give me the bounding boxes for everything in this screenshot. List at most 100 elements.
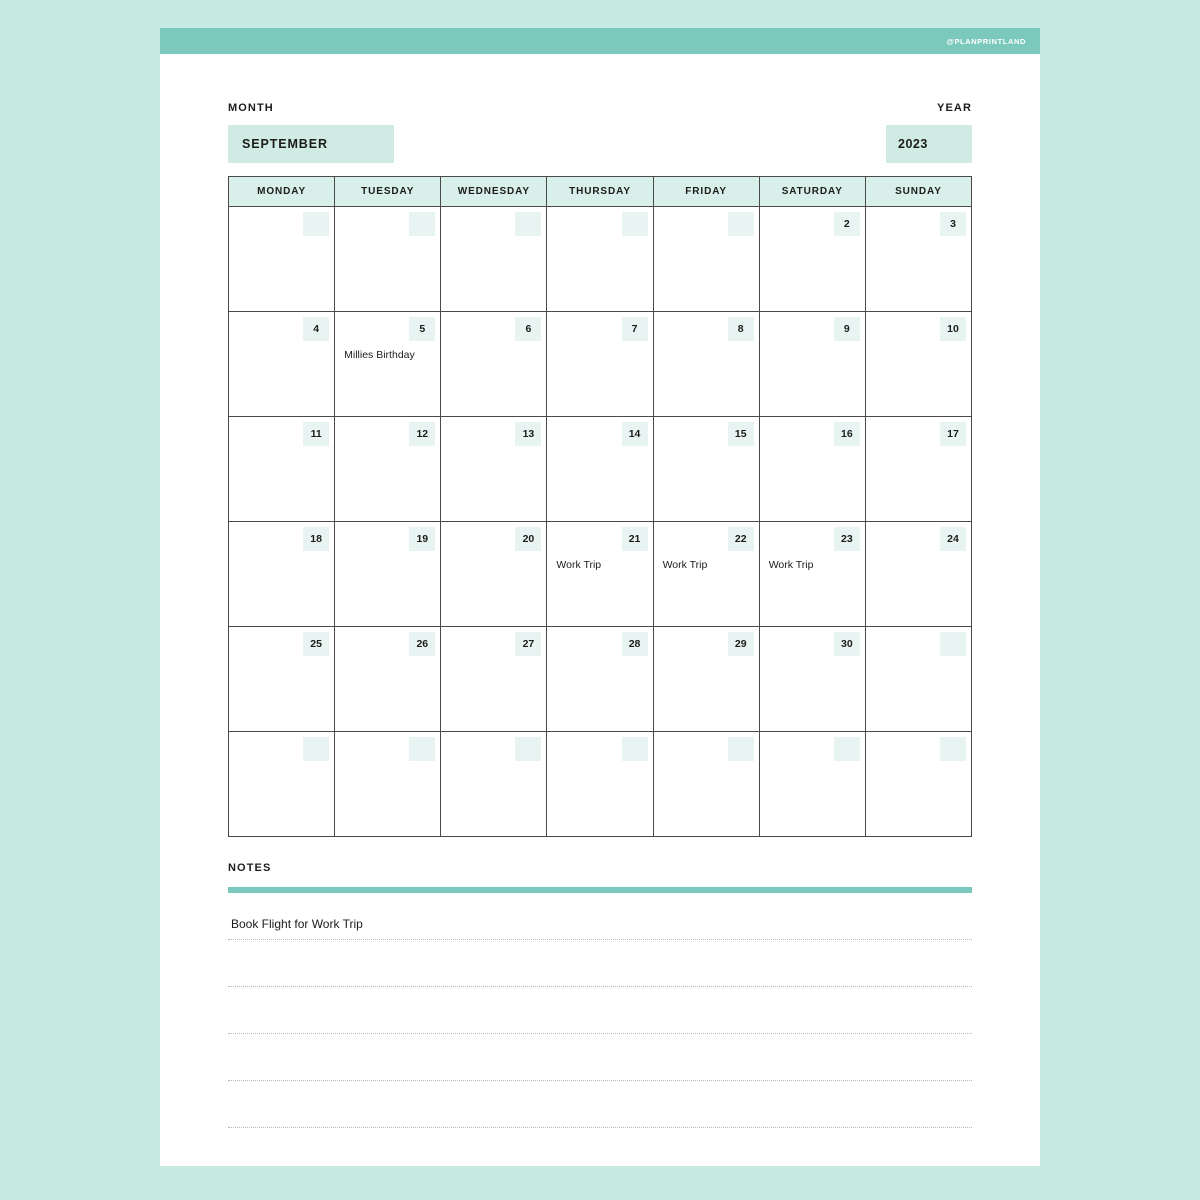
calendar-header-row: MONDAY TUESDAY WEDNESDAY THURSDAY FRIDAY… xyxy=(227,176,973,207)
calendar-day-cell[interactable]: 8 xyxy=(652,311,760,417)
calendar-day-cell[interactable]: 3 xyxy=(864,206,973,312)
day-number: 30 xyxy=(841,638,853,650)
day-cell-inner: 8 xyxy=(654,312,759,416)
month-input[interactable]: SEPTEMBER xyxy=(228,125,394,163)
calendar-day-cell[interactable]: 7 xyxy=(546,311,654,417)
day-number: 17 xyxy=(947,428,959,440)
calendar-day-cell[interactable]: 26 xyxy=(334,626,442,732)
note-line[interactable] xyxy=(228,987,972,1034)
note-line[interactable] xyxy=(228,1034,972,1081)
day-cell-inner: 16 xyxy=(760,417,865,521)
day-number: 10 xyxy=(947,323,959,335)
day-number-box: 30 xyxy=(833,632,860,656)
weekday-header-sunday: SUNDAY xyxy=(864,176,973,207)
calendar-day-cell[interactable] xyxy=(546,731,654,837)
calendar-day-cell[interactable]: 27 xyxy=(440,626,548,732)
day-number-box xyxy=(727,212,754,236)
calendar-day-cell[interactable]: 18 xyxy=(227,521,336,627)
calendar-day-cell[interactable]: 30 xyxy=(758,626,866,732)
day-cell-inner xyxy=(441,207,546,311)
weekday-header-saturday: SATURDAY xyxy=(758,176,866,207)
day-number-box: 29 xyxy=(727,632,754,656)
day-number-box: 12 xyxy=(409,422,436,446)
weekday-header-friday: FRIDAY xyxy=(652,176,760,207)
calendar-week-row: 11 12 13 14 15 16 17 xyxy=(227,416,973,522)
day-cell-inner: 5 Millies Birthday xyxy=(335,312,440,416)
day-event-text[interactable]: Work Trip xyxy=(663,559,755,572)
day-cell-inner: 20 xyxy=(441,522,546,626)
day-cell-inner xyxy=(654,732,759,836)
day-number-box: 20 xyxy=(515,527,542,551)
calendar-day-cell[interactable]: 15 xyxy=(652,416,760,522)
calendar-day-cell[interactable] xyxy=(440,206,548,312)
calendar-day-cell[interactable]: 21 Work Trip xyxy=(546,521,654,627)
note-line-text: Book Flight for Work Trip xyxy=(231,917,363,931)
day-number-box: 8 xyxy=(727,317,754,341)
calendar-day-cell[interactable]: 10 xyxy=(864,311,973,417)
calendar-day-cell[interactable] xyxy=(227,206,336,312)
day-cell-inner: 24 xyxy=(866,522,971,626)
note-line[interactable] xyxy=(228,940,972,987)
day-number: 9 xyxy=(843,323,850,335)
day-cell-inner xyxy=(547,207,652,311)
calendar-day-cell[interactable] xyxy=(652,206,760,312)
day-cell-inner: 4 xyxy=(229,312,334,416)
calendar-day-cell[interactable]: 24 xyxy=(864,521,973,627)
day-cell-inner: 18 xyxy=(229,522,334,626)
calendar-day-cell[interactable] xyxy=(652,731,760,837)
day-number-box xyxy=(515,737,542,761)
calendar-day-cell[interactable]: 22 Work Trip xyxy=(652,521,760,627)
calendar-day-cell[interactable]: 28 xyxy=(546,626,654,732)
day-number-box xyxy=(940,632,966,656)
notes-title: NOTES xyxy=(228,862,272,874)
calendar-day-cell[interactable]: 5 Millies Birthday xyxy=(334,311,442,417)
calendar-day-cell[interactable]: 16 xyxy=(758,416,866,522)
calendar-day-cell[interactable]: 9 xyxy=(758,311,866,417)
calendar-day-cell[interactable]: 4 xyxy=(227,311,336,417)
calendar-day-cell[interactable]: 14 xyxy=(546,416,654,522)
day-event-text[interactable]: Work Trip xyxy=(769,559,861,572)
calendar-day-cell[interactable] xyxy=(758,731,866,837)
day-number: 27 xyxy=(522,638,535,650)
day-number: 21 xyxy=(628,533,641,545)
calendar-day-cell[interactable]: 20 xyxy=(440,521,548,627)
calendar-week-row xyxy=(227,731,973,837)
calendar-day-cell[interactable]: 17 xyxy=(864,416,973,522)
day-cell-inner: 30 xyxy=(760,627,865,731)
year-field-group: YEAR 2023 xyxy=(886,102,972,163)
note-line[interactable]: Book Flight for Work Trip xyxy=(228,893,972,940)
day-cell-inner: 14 xyxy=(547,417,652,521)
calendar-day-cell[interactable] xyxy=(864,626,973,732)
day-number: 11 xyxy=(310,428,322,440)
calendar-day-cell[interactable]: 11 xyxy=(227,416,336,522)
calendar-day-cell[interactable]: 2 xyxy=(758,206,866,312)
day-event-text[interactable]: Work Trip xyxy=(556,559,648,572)
day-number: 12 xyxy=(416,428,429,440)
day-number-box: 14 xyxy=(621,422,648,446)
day-number-box xyxy=(409,212,436,236)
day-number-box: 23 xyxy=(833,527,860,551)
calendar-day-cell[interactable] xyxy=(334,206,442,312)
calendar-day-cell[interactable]: 13 xyxy=(440,416,548,522)
calendar-day-cell[interactable] xyxy=(864,731,973,837)
calendar-day-cell[interactable] xyxy=(227,731,336,837)
year-input[interactable]: 2023 xyxy=(886,125,972,163)
calendar-grid: MONDAY TUESDAY WEDNESDAY THURSDAY FRIDAY… xyxy=(227,176,973,837)
calendar-day-cell[interactable]: 23 Work Trip xyxy=(758,521,866,627)
calendar-day-cell[interactable] xyxy=(334,731,442,837)
calendar-day-cell[interactable]: 12 xyxy=(334,416,442,522)
calendar-day-cell[interactable] xyxy=(546,206,654,312)
calendar-day-cell[interactable]: 29 xyxy=(652,626,760,732)
calendar-day-cell[interactable]: 19 xyxy=(334,521,442,627)
year-label: YEAR xyxy=(937,102,972,114)
day-cell-inner: 22 Work Trip xyxy=(654,522,759,626)
calendar-day-cell[interactable] xyxy=(440,731,548,837)
note-line[interactable] xyxy=(228,1081,972,1128)
day-number: 6 xyxy=(525,323,532,335)
day-number-box xyxy=(621,212,648,236)
day-event-text[interactable]: Millies Birthday xyxy=(344,349,436,362)
day-number-box: 10 xyxy=(940,317,966,341)
calendar-day-cell[interactable]: 25 xyxy=(227,626,336,732)
day-number-box: 18 xyxy=(303,527,330,551)
calendar-day-cell[interactable]: 6 xyxy=(440,311,548,417)
